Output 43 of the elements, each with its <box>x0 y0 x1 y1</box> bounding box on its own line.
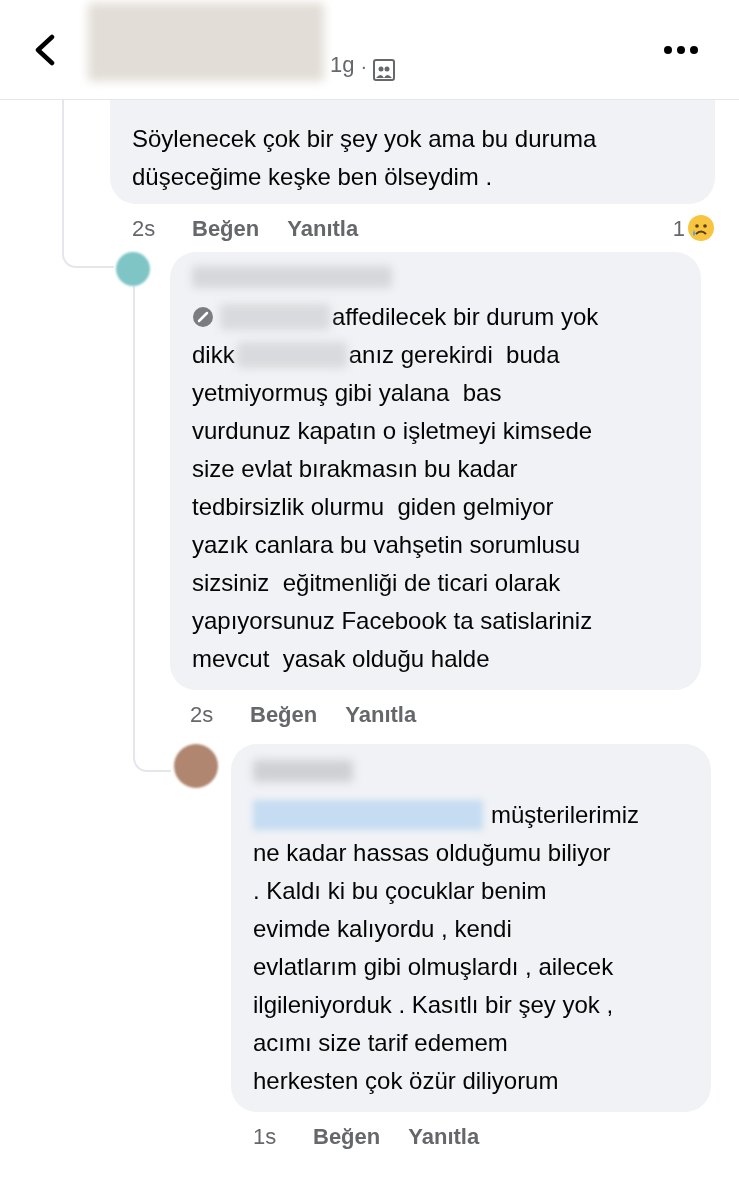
comment-text: affedilecek bir durum yok <box>332 302 599 332</box>
comment-time: 2s <box>190 700 215 729</box>
comment-text: yazık canlara bu vahşetin sorumlusu <box>192 530 581 560</box>
group-icon <box>373 59 396 81</box>
reply-button[interactable]: Yanıtla <box>287 211 359 245</box>
comment-text: ilgileniyorduk . Kasıtlı bir şey yok , <box>253 990 614 1020</box>
comment-text: . Kaldı ki bu çocuklar benim <box>253 876 547 906</box>
comment-time: 1s <box>253 1122 278 1151</box>
comment-text: dikk <box>192 340 235 370</box>
comment-text: herkesten çok özür diliyorum <box>253 1066 559 1096</box>
comment-text: sizsiniz eğitmenliği de ticari olarak <box>192 568 561 598</box>
comment-text: yetmiyormuş gibi yalana bas <box>192 378 502 408</box>
blurred-mention[interactable] <box>253 800 483 830</box>
avatar[interactable] <box>174 744 218 788</box>
avatar[interactable] <box>116 252 150 286</box>
comment-text: müşterilerimiz <box>491 800 639 830</box>
comment-text: vurdunuz kapatın o işletmeyi kimsede <box>192 416 593 446</box>
reply-button[interactable]: Yanıtla <box>408 1119 480 1153</box>
comment-text: ne kadar hassas olduğumu biliyor <box>253 838 611 868</box>
comment-text: evlatlarım gibi olmuşlardı , ailecek <box>253 952 614 982</box>
comment-text: mevcut yasak olduğu halde <box>192 644 490 674</box>
comment-text: yapıyorsunuz Facebook ta satislariniz <box>192 606 593 636</box>
comment-text: düşeceğime keşke ben ölseydim . <box>132 162 493 192</box>
separator: · <box>360 54 368 79</box>
comment-text: Söylenecek çok bir şey yok ama bu duruma <box>132 124 597 154</box>
slash-circle-icon <box>192 306 214 328</box>
comment-time: 2s <box>132 214 157 243</box>
comment-text: anız gerekirdi buda <box>348 340 560 370</box>
more-icon[interactable] <box>663 44 699 55</box>
comment-text: size evlat bırakmasın bu kadar <box>192 454 518 484</box>
sad-face-icon[interactable] <box>687 214 715 242</box>
like-button[interactable]: Beğen <box>192 211 260 245</box>
like-button[interactable]: Beğen <box>250 697 318 731</box>
reply-button[interactable]: Yanıtla <box>345 697 417 731</box>
blurred-name[interactable] <box>253 760 353 782</box>
reaction-count: 1 <box>672 214 685 243</box>
blurred-name[interactable] <box>192 266 392 288</box>
comment-text: acımı size tarif edemem <box>253 1028 508 1058</box>
comment-text: evimde kalıyordu , kendi <box>253 914 512 944</box>
comment-text: tedbirsizlik olurmu giden gelmiyor <box>192 492 554 522</box>
blurred-profile[interactable] <box>88 3 324 81</box>
like-button[interactable]: Beğen <box>313 1119 381 1153</box>
post-time: 1g <box>330 51 355 79</box>
